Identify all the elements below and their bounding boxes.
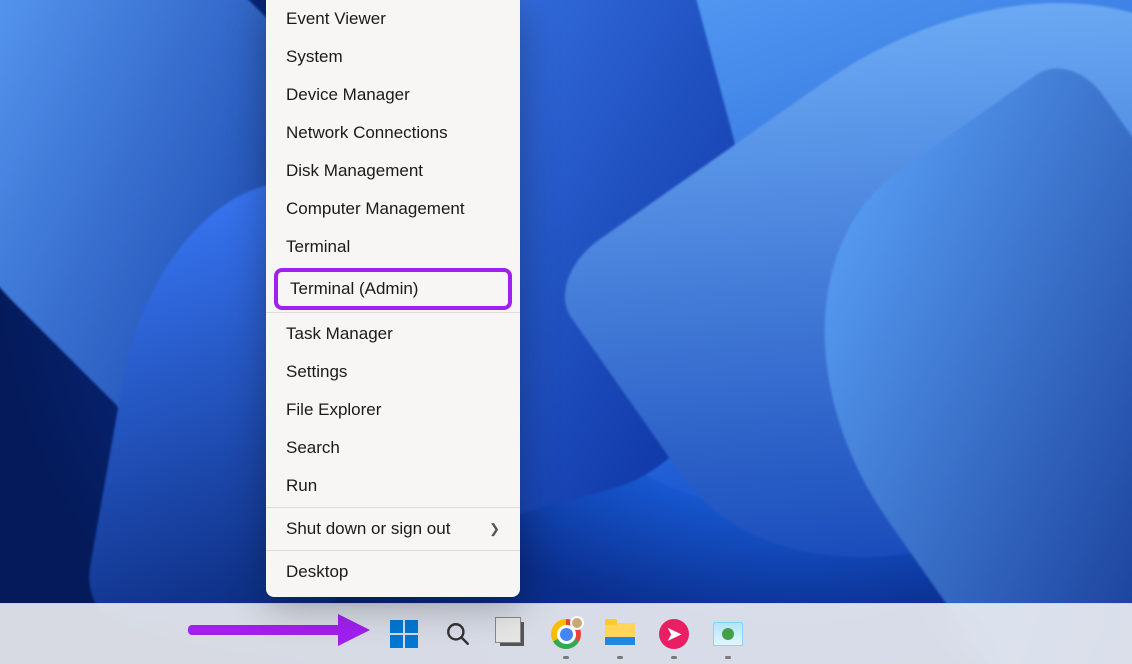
taskbar-app-chrome[interactable] (545, 613, 587, 655)
menu-item-terminal-admin-highlight: Terminal (Admin) (274, 268, 512, 310)
menu-item-run[interactable]: Run (266, 467, 520, 505)
folder-icon (605, 623, 635, 645)
taskbar: ➤ (0, 603, 1132, 664)
menu-item-network-connections[interactable]: Network Connections (266, 114, 520, 152)
menu-item-settings[interactable]: Settings (266, 353, 520, 391)
menu-item-disk-management[interactable]: Disk Management (266, 152, 520, 190)
windows-logo-icon (390, 620, 418, 648)
task-view-icon (500, 622, 524, 646)
profile-avatar-badge (570, 616, 584, 630)
menu-item-terminal[interactable]: Terminal (266, 228, 520, 266)
menu-item-event-viewer[interactable]: Event Viewer (266, 0, 520, 38)
start-button[interactable] (383, 613, 425, 655)
taskbar-search-button[interactable] (437, 613, 479, 655)
control-panel-icon (713, 622, 743, 646)
menu-separator (266, 312, 520, 313)
menu-item-device-manager[interactable]: Device Manager (266, 76, 520, 114)
menu-item-task-manager[interactable]: Task Manager (266, 315, 520, 353)
menu-item-desktop[interactable]: Desktop (266, 553, 520, 591)
menu-item-computer-management[interactable]: Computer Management (266, 190, 520, 228)
menu-separator (266, 550, 520, 551)
menu-separator (266, 507, 520, 508)
arrow-right-circle-icon: ➤ (659, 619, 689, 649)
taskbar-app-file-explorer[interactable] (599, 613, 641, 655)
menu-item-terminal-admin[interactable]: Terminal (Admin) (278, 272, 508, 306)
search-icon (445, 621, 471, 647)
winx-power-menu: Event Viewer System Device Manager Netwo… (266, 0, 520, 597)
chrome-icon (551, 619, 581, 649)
menu-item-file-explorer[interactable]: File Explorer (266, 391, 520, 429)
menu-item-shutdown[interactable]: Shut down or sign out ❯ (266, 510, 520, 548)
desktop-wallpaper (0, 0, 1132, 664)
menu-item-search[interactable]: Search (266, 429, 520, 467)
taskbar-app-control-panel[interactable] (707, 613, 749, 655)
menu-item-system[interactable]: System (266, 38, 520, 76)
taskbar-app-recorder[interactable]: ➤ (653, 613, 695, 655)
task-view-button[interactable] (491, 613, 533, 655)
chevron-right-icon: ❯ (489, 521, 500, 537)
